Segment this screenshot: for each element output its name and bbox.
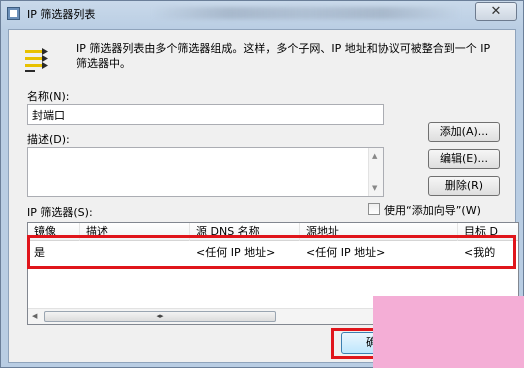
window-title: IP 筛选器列表 (27, 8, 96, 21)
scroll-up-icon[interactable]: ▲ (372, 152, 377, 160)
delete-button[interactable]: 删除(R) (428, 176, 500, 196)
close-button[interactable]: ✕ (475, 2, 517, 21)
add-wizard-label: 使用“添加向导”(W) (384, 204, 481, 217)
column-header-mirrored[interactable]: 镜像 (28, 223, 80, 241)
overlay-block (373, 296, 524, 368)
filters-label: IP 筛选器(S): (27, 206, 93, 219)
description-textarea[interactable]: ▲ ▼ (27, 147, 384, 197)
add-button[interactable]: 添加(A)... (428, 122, 500, 142)
app-icon (7, 7, 20, 20)
cell-mirrored: 是 (34, 246, 45, 259)
description-scrollbar[interactable]: ▲ ▼ (368, 148, 383, 196)
add-wizard-checkbox[interactable] (368, 203, 380, 215)
title-bar: IP 筛选器列表 ✕ (1, 1, 523, 25)
column-header-destination[interactable]: 目标 D (458, 223, 518, 241)
name-input[interactable]: 封端口 (27, 104, 384, 125)
description-label: 描述(D): (27, 133, 70, 146)
horizontal-scroll-thumb[interactable]: ◂▸ (44, 311, 276, 322)
column-header-source-dns[interactable]: 源 DNS 名称 (190, 223, 300, 241)
dialog-description: IP 筛选器列表由多个筛选器组成。这样，多个子网、IP 地址和协议可被整合到一个… (76, 42, 491, 70)
name-label: 名称(N): (27, 90, 70, 103)
cell-source-address: <任何 IP 地址> (306, 246, 386, 259)
blurred-background-area (151, 7, 461, 19)
edit-button[interactable]: 编辑(E)... (428, 149, 500, 169)
ip-filter-list-dialog: IP 筛选器列表 ✕ IP 筛选器列表由多个筛选器组成。这样，多个子网、IP 地… (0, 0, 524, 368)
cell-source-dns: <任何 IP 地址> (196, 246, 276, 259)
column-header-source-address[interactable]: 源地址 (300, 223, 458, 241)
column-header-description[interactable]: 描述 (80, 223, 190, 241)
cell-description (80, 244, 190, 262)
listview-header: 镜像 描述 源 DNS 名称 源地址 目标 D (28, 223, 518, 241)
scroll-down-icon[interactable]: ▼ (372, 184, 377, 192)
ip-filter-icon (25, 48, 48, 72)
scroll-left-icon[interactable]: ◀ (32, 312, 37, 320)
table-row[interactable]: 是 <任何 IP 地址> <任何 IP 地址> <我的 (28, 244, 518, 262)
cell-destination: <我的 (464, 246, 496, 259)
